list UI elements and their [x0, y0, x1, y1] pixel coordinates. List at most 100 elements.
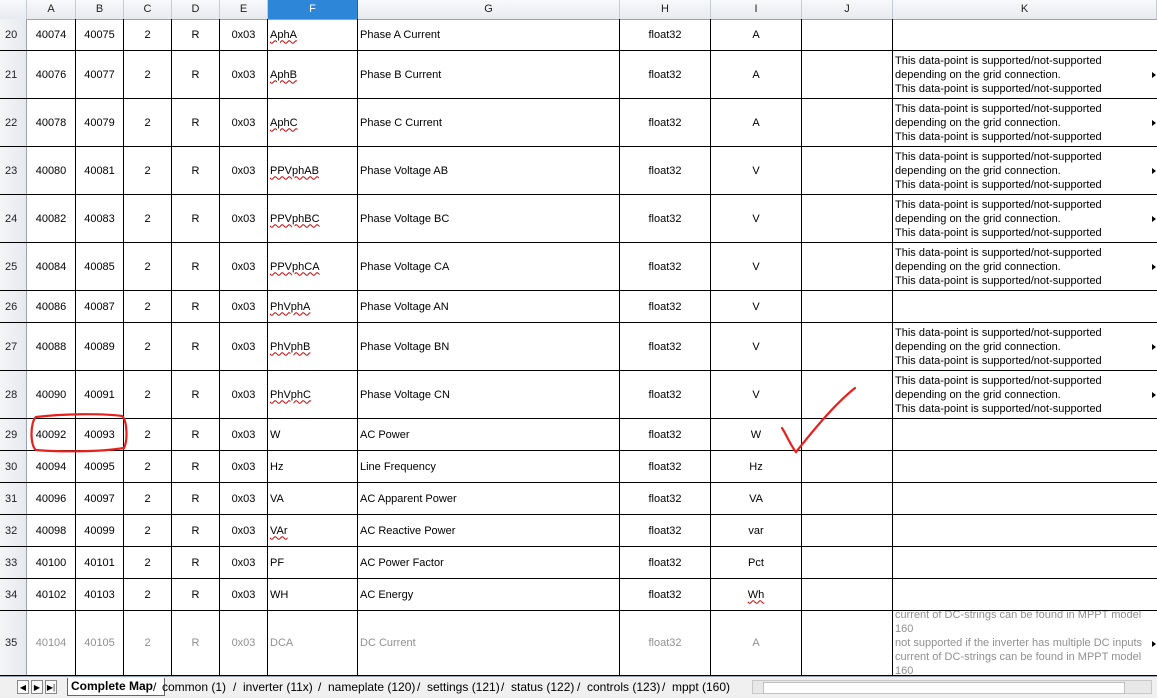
cell-h[interactable]: float32	[620, 243, 711, 290]
cell-j[interactable]	[802, 483, 893, 514]
cell-b[interactable]: 40101	[76, 547, 124, 578]
cell-h[interactable]: float32	[620, 547, 711, 578]
row-header[interactable]: 25	[0, 243, 27, 290]
cell-a[interactable]: 40092	[27, 419, 76, 450]
cell-b[interactable]: 40075	[76, 19, 124, 50]
sheet-tab[interactable]: Complete Map	[67, 678, 165, 696]
cell-h[interactable]: float32	[620, 451, 711, 482]
cell-b[interactable]: 40093	[76, 419, 124, 450]
cell-k-note[interactable]: This data-point is supported/not-support…	[893, 243, 1157, 290]
cell-e[interactable]: 0x03	[220, 243, 268, 290]
cell-g[interactable]: DC Current	[358, 611, 620, 675]
cell-f[interactable]: AphB	[268, 51, 358, 98]
cell-c[interactable]: 2	[124, 51, 172, 98]
cell-i[interactable]: A	[711, 51, 802, 98]
cell-i[interactable]: Wh	[711, 579, 802, 610]
last-sheet-button[interactable]: ▶|	[45, 680, 57, 694]
sheet-tab[interactable]: nameplate (120)	[325, 679, 427, 696]
cell-d[interactable]: R	[172, 323, 220, 370]
cell-g[interactable]: Phase Voltage BC	[358, 195, 620, 242]
cell-e[interactable]: 0x03	[220, 323, 268, 370]
cell-j[interactable]	[802, 19, 893, 50]
sheet-tab[interactable]: controls (123)	[584, 679, 672, 696]
cell-d[interactable]: R	[172, 515, 220, 546]
cell-a[interactable]: 40098	[27, 515, 76, 546]
cell-j[interactable]	[802, 451, 893, 482]
cell-f[interactable]: AphC	[268, 99, 358, 146]
cell-g[interactable]: AC Reactive Power	[358, 515, 620, 546]
cell-b[interactable]: 40077	[76, 51, 124, 98]
row-header[interactable]: 29	[0, 419, 27, 450]
cell-g[interactable]: AC Power	[358, 419, 620, 450]
cell-i[interactable]: A	[711, 611, 802, 675]
sheet-tab[interactable]: mppt (160)	[669, 679, 740, 696]
row-header[interactable]: 24	[0, 195, 27, 242]
cell-c[interactable]: 2	[124, 547, 172, 578]
cell-h[interactable]: float32	[620, 323, 711, 370]
cell-k-note[interactable]	[893, 451, 1157, 482]
cell-c[interactable]: 2	[124, 515, 172, 546]
cell-f[interactable]: PPVphCA	[268, 243, 358, 290]
cell-c[interactable]: 2	[124, 579, 172, 610]
cell-c[interactable]: 2	[124, 419, 172, 450]
cell-k-note[interactable]: This data-point is supported/not-support…	[893, 99, 1157, 146]
cell-k-note[interactable]: This data-point is supported/not-support…	[893, 371, 1157, 418]
cell-j[interactable]	[802, 51, 893, 98]
cell-h[interactable]: float32	[620, 195, 711, 242]
column-header-e[interactable]: E	[220, 0, 268, 19]
cell-c[interactable]: 2	[124, 19, 172, 50]
cell-d[interactable]: R	[172, 611, 220, 675]
cell-b[interactable]: 40081	[76, 147, 124, 194]
cell-b[interactable]: 40089	[76, 323, 124, 370]
cell-c[interactable]: 2	[124, 147, 172, 194]
cell-j[interactable]	[802, 419, 893, 450]
cell-h[interactable]: float32	[620, 515, 711, 546]
cell-c[interactable]: 2	[124, 243, 172, 290]
cell-h[interactable]: float32	[620, 51, 711, 98]
cell-i[interactable]: W	[711, 419, 802, 450]
cell-f[interactable]: PPVphAB	[268, 147, 358, 194]
select-all-corner[interactable]	[0, 0, 27, 19]
cell-a[interactable]: 40086	[27, 291, 76, 322]
cell-e[interactable]: 0x03	[220, 611, 268, 675]
cell-j[interactable]	[802, 371, 893, 418]
cell-h[interactable]: float32	[620, 147, 711, 194]
cell-h[interactable]: float32	[620, 371, 711, 418]
cell-e[interactable]: 0x03	[220, 19, 268, 50]
prev-sheet-button[interactable]: ▶	[31, 680, 43, 694]
cell-a[interactable]: 40080	[27, 147, 76, 194]
row-header[interactable]: 31	[0, 483, 27, 514]
cell-j[interactable]	[802, 611, 893, 675]
row-header[interactable]: 22	[0, 99, 27, 146]
cell-d[interactable]: R	[172, 19, 220, 50]
cell-a[interactable]: 40074	[27, 19, 76, 50]
cell-g[interactable]: Phase Voltage BN	[358, 323, 620, 370]
cell-c[interactable]: 2	[124, 99, 172, 146]
cell-a[interactable]: 40100	[27, 547, 76, 578]
cell-d[interactable]: R	[172, 243, 220, 290]
cell-i[interactable]: var	[711, 515, 802, 546]
cell-d[interactable]: R	[172, 147, 220, 194]
cell-f[interactable]: W	[268, 419, 358, 450]
cell-k-note[interactable]: This data-point is supported/not-support…	[893, 195, 1157, 242]
cell-c[interactable]: 2	[124, 451, 172, 482]
row-header[interactable]: 34	[0, 579, 27, 610]
cell-h[interactable]: float32	[620, 99, 711, 146]
cell-f[interactable]: VAr	[268, 515, 358, 546]
cell-f[interactable]: PhVphB	[268, 323, 358, 370]
cell-k-note[interactable]	[893, 515, 1157, 546]
cell-a[interactable]: 40090	[27, 371, 76, 418]
cell-k-note[interactable]	[893, 291, 1157, 322]
cell-c[interactable]: 2	[124, 371, 172, 418]
sheet-tab[interactable]: settings (121)	[424, 679, 511, 696]
cell-i[interactable]: A	[711, 99, 802, 146]
cell-i[interactable]: V	[711, 195, 802, 242]
cell-e[interactable]: 0x03	[220, 515, 268, 546]
cell-e[interactable]: 0x03	[220, 547, 268, 578]
cell-d[interactable]: R	[172, 195, 220, 242]
cell-b[interactable]: 40083	[76, 195, 124, 242]
cell-e[interactable]: 0x03	[220, 291, 268, 322]
cell-j[interactable]	[802, 147, 893, 194]
cell-h[interactable]: float32	[620, 579, 711, 610]
cell-a[interactable]: 40082	[27, 195, 76, 242]
